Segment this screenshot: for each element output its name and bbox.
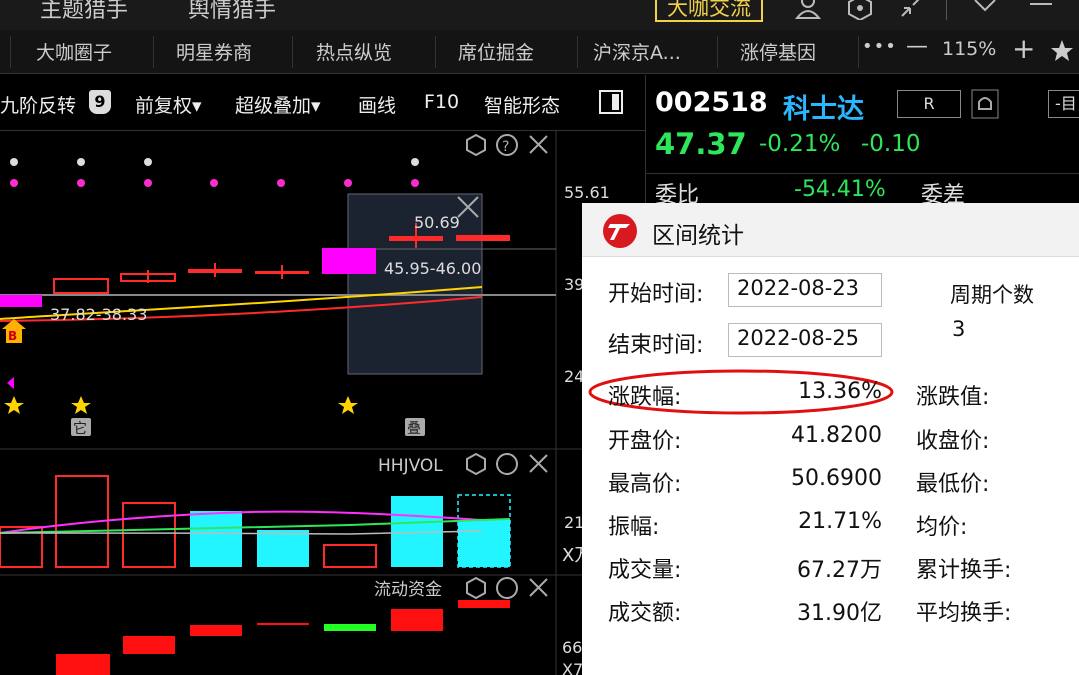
start-time-label: 开始时间: (608, 282, 704, 307)
amplitude-value: 21.71% (798, 509, 882, 534)
dialog-title: 区间统计 (652, 223, 744, 249)
period-count-value: 3 (952, 317, 966, 341)
price-tick: 55.61 (564, 183, 610, 202)
cumulative-turnover-label: 累计换手: (916, 558, 1012, 583)
f10-button[interactable]: F10 (424, 91, 459, 113)
kline-chart[interactable]: ? B 它 叠 50.69 45.95-46.00 37.82-38.33 55… (0, 131, 645, 675)
amount-label: 成交额: (608, 601, 682, 626)
star-icon[interactable] (1050, 39, 1076, 63)
change-pct-value: 13.36% (798, 379, 882, 404)
high-price-value: 50.6900 (791, 466, 882, 491)
top-bar: 主题猎手 舆情猎手 大咖交流 (0, 0, 1079, 30)
chevron-down-icon[interactable] (972, 0, 998, 16)
tab-divider (577, 36, 578, 68)
close-price-label: 收盘价: (916, 429, 990, 454)
zoom-level: 115% (942, 38, 997, 60)
amount-value: 31.90亿 (797, 601, 882, 626)
tag-badge-text: 它 (73, 420, 87, 437)
tab-star-brokers[interactable]: 明星券商 (176, 38, 252, 65)
open-price-label: 开盘价: (608, 429, 682, 454)
avg-turnover-label: 平均换手: (916, 601, 1012, 626)
annot-high: 50.69 (414, 213, 460, 232)
forward-adjust-dropdown[interactable]: 前复权▾ (135, 91, 202, 118)
annot-range: 45.95-46.00 (384, 259, 481, 278)
tab-divider (153, 36, 154, 68)
flow-panel-title: 流动资金 (374, 580, 442, 600)
flow-tick: 66 (562, 638, 582, 657)
stock-header: 002518 科士达 R -目 47.37 -0.21% -0.10 委比 -5… (646, 75, 1079, 208)
sentiment-hunter-link[interactable]: 舆情猎手 (188, 0, 276, 24)
stock-change: -0.10 (861, 131, 921, 157)
candle (0, 295, 42, 307)
shrink-icon[interactable] (898, 0, 926, 20)
end-time-label: 结束时间: (608, 333, 704, 358)
divider (646, 173, 1079, 174)
stock-price: 47.37 (655, 127, 747, 161)
tab-divider (435, 36, 436, 68)
tab-bar: 大咖圈子 明星券商 热点纵览 席位掘金 沪深京A... 涨停基因 ••• — 1… (0, 30, 1079, 74)
tab-divider (292, 36, 293, 68)
more-panel-button[interactable]: -目 (1048, 90, 1079, 118)
candle (322, 248, 376, 274)
tab-divider (10, 36, 11, 68)
candle (456, 235, 510, 241)
help-glyph: ? (502, 139, 509, 155)
volume-value: 67.27万 (797, 558, 882, 583)
topic-hunter-link[interactable]: 主题猎手 (40, 0, 128, 24)
start-time-field[interactable]: 2022-08-23 (728, 273, 882, 307)
tab-seat-mining[interactable]: 席位掘金 (458, 38, 534, 65)
end-time-field[interactable]: 2022-08-25 (728, 323, 882, 357)
panel-toggle-icon[interactable] (598, 89, 624, 115)
open-price-value: 41.8200 (791, 423, 882, 448)
more-tabs-button[interactable]: ••• (862, 36, 897, 57)
rating-badge[interactable]: R (897, 90, 961, 118)
user-icon[interactable] (794, 0, 822, 20)
tab-expert-circle[interactable]: 大咖圈子 (36, 38, 112, 65)
tab-limit-up-gene[interactable]: 涨停基因 (740, 38, 816, 65)
expert-exchange-button[interactable]: 大咖交流 (655, 0, 763, 22)
buy-marker-label: B (8, 329, 17, 343)
volume-label: 成交量: (608, 558, 682, 583)
nine-step-reversal-button[interactable]: 九阶反转 (0, 91, 76, 118)
zoom-out-button[interactable]: — (906, 34, 928, 59)
flow-tick: X7 (562, 660, 583, 675)
tab-divider (717, 36, 718, 68)
low-price-label: 最低价: (916, 472, 990, 497)
annot-low: 37.82-38.33 (50, 305, 147, 324)
smart-pattern-button[interactable]: 智能形态 (484, 91, 560, 118)
tab-hs-a[interactable]: 沪深京A... (593, 38, 681, 65)
bell-icon[interactable] (971, 89, 999, 119)
period-count-label: 周期个数 (950, 283, 1034, 307)
change-pct-label: 涨跌幅: (608, 385, 682, 410)
stock-name: 科士达 (783, 94, 864, 125)
chart-background (0, 131, 645, 675)
interval-stats-dialog: 区间统计 开始时间: 2022-08-23 结束时间: 2022-08-25 周… (582, 203, 1079, 675)
avg-price-label: 均价: (916, 515, 968, 540)
tab-divider (858, 36, 859, 68)
high-price-label: 最高价: (608, 472, 682, 497)
hexagon-icon[interactable] (846, 0, 874, 20)
stock-code: 002518 (655, 87, 768, 118)
weibi-value: -54.41% (794, 177, 886, 202)
amplitude-label: 振幅: (608, 515, 660, 540)
tab-hot-overview[interactable]: 热点纵览 (316, 38, 392, 65)
zoom-in-button[interactable]: + (1012, 32, 1035, 65)
minimize-icon[interactable] (1028, 0, 1054, 14)
draw-line-button[interactable]: 画线 (358, 91, 396, 118)
app-logo-icon (603, 214, 637, 248)
change-value-label: 涨跌值: (916, 385, 990, 410)
stock-change-pct: -0.21% (759, 131, 841, 157)
chart-toolbar: 九阶反转 9 前复权▾ 超级叠加▾ 画线 F10 智能形态 (0, 75, 645, 131)
nine-step-badge: 9 (89, 90, 111, 114)
volume-panel-title: HHJVOL (378, 456, 443, 476)
super-overlay-dropdown[interactable]: 超级叠加▾ (235, 91, 321, 118)
tag-badge-text: 叠 (407, 421, 421, 437)
divider (946, 0, 947, 20)
